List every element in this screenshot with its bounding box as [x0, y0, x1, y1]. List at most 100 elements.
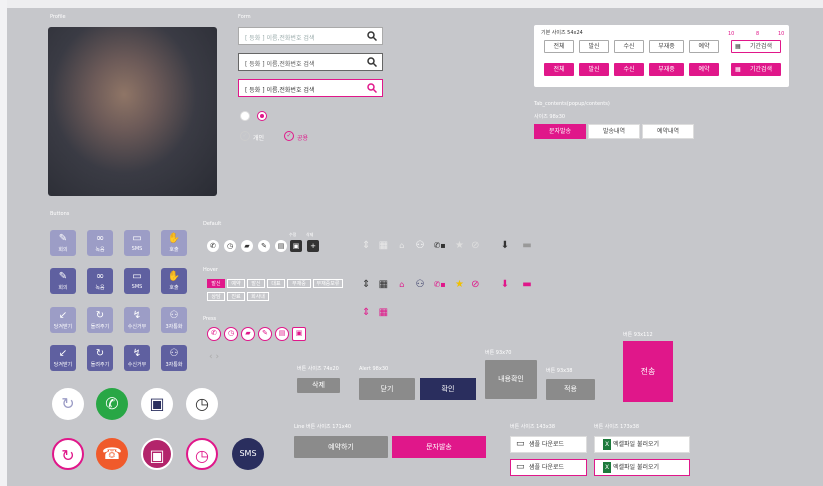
folder-icon[interactable]: ▬: [522, 240, 531, 251]
reserve-button[interactable]: 예약하기: [294, 436, 388, 458]
tab-all[interactable]: 전체: [544, 40, 574, 53]
tag-consult[interactable]: 상담: [207, 292, 225, 301]
conference-button[interactable]: ⚇ 3자통화: [161, 307, 187, 333]
phone-icon[interactable]: ✆: [207, 327, 221, 341]
calendar-icon[interactable]: ▦: [379, 307, 388, 318]
star-icon[interactable]: ★: [455, 240, 464, 251]
tab-reserved[interactable]: 예약: [689, 40, 719, 53]
meeting-button[interactable]: ✎ 회의: [50, 230, 76, 256]
tag-inhouse[interactable]: 회사내: [247, 292, 269, 301]
sort-icon[interactable]: ⇕: [362, 279, 370, 290]
clock-circle-button[interactable]: ◷: [186, 388, 218, 420]
sort-icon[interactable]: ⇕: [362, 240, 370, 251]
search-input-active[interactable]: [ 등화 ] 이름,전화번호 검색: [238, 79, 383, 97]
lock-icon[interactable]: ⌂: [399, 241, 404, 250]
transfer-button[interactable]: ↻ 돌려주기: [87, 307, 113, 333]
chat-icon[interactable]: ▰: [241, 327, 255, 341]
block-icon[interactable]: ⊘: [471, 279, 479, 290]
pencil-icon[interactable]: ✎: [258, 327, 272, 341]
call-button-hover[interactable]: ✋ 호출: [161, 268, 187, 294]
tab-reserved-active[interactable]: 예약: [689, 63, 719, 76]
folder-icon[interactable]: ▬: [522, 279, 531, 290]
meeting-button-hover[interactable]: ✎ 회의: [50, 268, 76, 294]
tab-outgoing[interactable]: 발신: [579, 40, 609, 53]
clock-icon[interactable]: ◷: [224, 327, 238, 341]
tab-missed[interactable]: 부재중: [649, 40, 684, 53]
search-input-hover[interactable]: [ 등화 ] 이름,전화번호 검색: [238, 53, 383, 71]
tag-outgoing[interactable]: 발신: [207, 279, 225, 288]
excel-import-button[interactable]: X 엑셀파일 불러오기: [594, 436, 690, 453]
sms-circle-button[interactable]: SMS: [232, 438, 264, 470]
check-personal[interactable]: ✓: [240, 131, 250, 141]
phone-icon[interactable]: ✆: [207, 240, 219, 252]
confirm-button[interactable]: 확인: [420, 378, 476, 400]
pickup-button[interactable]: ↙ 당겨받기: [50, 307, 76, 333]
conference-button-hover[interactable]: ⚇ 3자통화: [161, 345, 187, 371]
tag-missed-hold[interactable]: 부재중보류: [313, 279, 343, 288]
user-add-icon[interactable]: ⚇: [415, 240, 424, 251]
delete-button[interactable]: 삭제: [297, 378, 340, 393]
sms-button-hover[interactable]: ▭ SMS: [124, 268, 150, 294]
clock-icon[interactable]: ◷: [224, 240, 236, 252]
record-button[interactable]: ∞ 녹음: [87, 230, 113, 256]
call-button[interactable]: ✋ 호출: [161, 230, 187, 256]
tab-sms-send[interactable]: 문자발송: [534, 124, 586, 139]
search-icon[interactable]: [367, 57, 377, 67]
tab-incoming[interactable]: 수신: [614, 40, 644, 53]
tab-outgoing-active[interactable]: 발신: [579, 63, 609, 76]
block-icon[interactable]: ⊘: [471, 240, 479, 251]
pickup-button-hover[interactable]: ↙ 당겨받기: [50, 345, 76, 371]
download-icon[interactable]: ⬇: [501, 240, 509, 251]
sort-icon[interactable]: ⇕: [362, 307, 370, 318]
tab-reserve-history[interactable]: 예약내역: [642, 124, 694, 139]
conference-circle-button-active[interactable]: ▣: [141, 438, 173, 470]
tab-incoming-active[interactable]: 수신: [614, 63, 644, 76]
answer-call-button[interactable]: ✆: [96, 388, 128, 420]
search-input-default[interactable]: [ 등화 ] 이름,전화번호 검색: [238, 27, 383, 45]
tag-representative[interactable]: 대표: [267, 279, 285, 288]
search-icon[interactable]: [367, 83, 377, 93]
detail-button[interactable]: 내용확인: [485, 360, 537, 399]
transfer-button-hover[interactable]: ↻ 돌려주기: [87, 345, 113, 371]
download-icon[interactable]: ⬇: [501, 279, 509, 290]
radio-unselected[interactable]: [240, 111, 250, 121]
reject-button-hover[interactable]: ↯ 수신거부: [124, 345, 150, 371]
prev-next-arrows[interactable]: ‹ ›: [209, 352, 219, 362]
check-common[interactable]: ✓: [284, 131, 294, 141]
save-button[interactable]: 적용: [546, 379, 595, 400]
sms-button[interactable]: ▭ SMS: [124, 230, 150, 256]
delete-icon[interactable]: +: [307, 240, 319, 252]
contact-icon[interactable]: ▤: [275, 327, 289, 341]
tab-period-search-active[interactable]: ▦ 기간검색: [731, 63, 781, 76]
call-sms-icon[interactable]: ✆▪: [434, 280, 446, 289]
close-button[interactable]: 닫기: [359, 378, 415, 400]
chat-icon[interactable]: ▰: [241, 240, 253, 252]
lock-icon[interactable]: ⌂: [399, 280, 404, 289]
tab-period-search[interactable]: ▦ 기간검색: [731, 40, 781, 53]
sms-send-button[interactable]: 문자발송: [392, 436, 486, 458]
record-button-hover[interactable]: ∞ 녹음: [87, 268, 113, 294]
refresh-circle-button-active[interactable]: ↻: [52, 438, 84, 470]
contact-icon[interactable]: ▤: [275, 240, 287, 252]
tab-all-active[interactable]: 전체: [544, 63, 574, 76]
clock-circle-button-active[interactable]: ◷: [186, 438, 218, 470]
search-icon[interactable]: [367, 31, 377, 41]
pencil-icon[interactable]: ✎: [258, 240, 270, 252]
user-add-icon[interactable]: ⚇: [415, 279, 424, 290]
tag-clinic[interactable]: 진료: [227, 292, 245, 301]
edit-icon[interactable]: ▣: [290, 240, 302, 252]
end-call-button[interactable]: ☎: [96, 438, 128, 470]
radio-selected[interactable]: [257, 111, 267, 121]
send-button[interactable]: 전송: [623, 341, 673, 402]
sample-download-button-active[interactable]: ▭ 샘플 다운로드: [510, 459, 587, 476]
conference-circle-button[interactable]: ▣: [141, 388, 173, 420]
calendar-icon[interactable]: ▦: [379, 240, 388, 251]
star-icon[interactable]: ★: [455, 279, 464, 290]
tag-reserve[interactable]: 예약: [227, 279, 245, 288]
call-sms-icon[interactable]: ✆▪: [434, 241, 446, 250]
tab-send-history[interactable]: 발송내역: [588, 124, 640, 139]
refresh-circle-button[interactable]: ↻: [52, 388, 84, 420]
sample-download-button[interactable]: ▭ 샘플 다운로드: [510, 436, 587, 453]
calendar-icon[interactable]: ▦: [379, 279, 388, 290]
reject-button[interactable]: ↯ 수신거부: [124, 307, 150, 333]
